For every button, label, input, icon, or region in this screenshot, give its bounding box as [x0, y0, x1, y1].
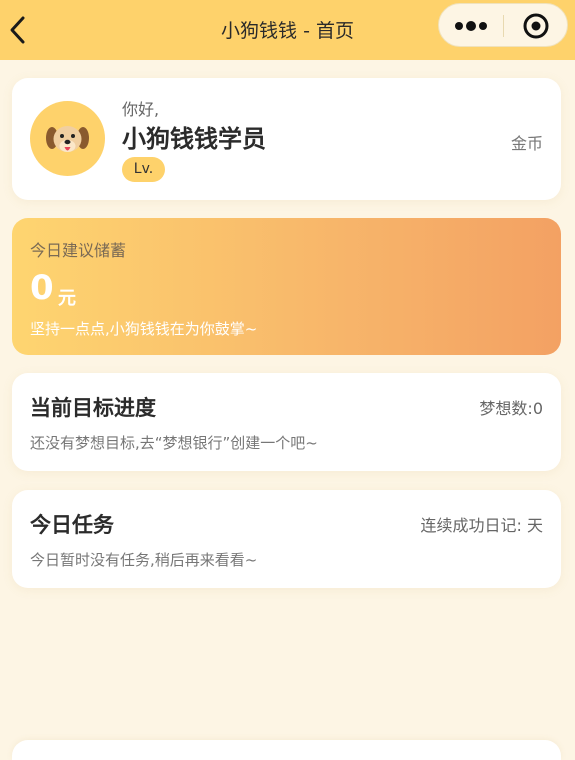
goal-empty-text: 还没有梦想目标,去“梦想银行”创建一个吧~ [30, 434, 318, 452]
savings-unit: 元 [58, 288, 76, 309]
task-title: 今日任务 [30, 513, 114, 537]
level-badge: Lv. [122, 157, 165, 182]
user-name: 小狗钱钱学员 [122, 125, 266, 153]
goal-title: 当前目标进度 [30, 396, 156, 420]
target-circle-icon[interactable] [504, 4, 568, 48]
savings-suggestion-card: 今日建议储蓄 0 元 坚持一点点,小狗钱钱在为你鼓掌~ [12, 218, 561, 355]
dream-count: 梦想数:0 [479, 399, 543, 418]
today-task-card[interactable]: 今日任务 连续成功日记: 天 今日暂时没有任务,稍后再来看看~ [12, 490, 561, 588]
more-dots-icon[interactable] [439, 4, 503, 48]
goal-progress-card[interactable]: 当前目标进度 梦想数:0 还没有梦想目标,去“梦想银行”创建一个吧~ [12, 373, 561, 471]
profile-card: 你好, 小狗钱钱学员 Lv. 金币 [12, 78, 561, 200]
dog-avatar-icon [30, 101, 105, 176]
savings-label: 今日建议储蓄 [30, 241, 127, 260]
top-nav-bar: 小狗钱钱 - 首页 [0, 0, 575, 60]
task-empty-text: 今日暂时没有任务,稍后再来看看~ [30, 551, 258, 569]
greeting-text: 你好, [122, 100, 160, 119]
savings-amount: 0 [30, 268, 54, 308]
streak-label: 连续成功日记: 天 [420, 516, 543, 535]
savings-note: 坚持一点点,小狗钱钱在为你鼓掌~ [30, 320, 258, 338]
coin-label: 金币 [510, 134, 543, 153]
mini-program-capsule [438, 3, 568, 47]
next-card-edge [12, 740, 561, 760]
